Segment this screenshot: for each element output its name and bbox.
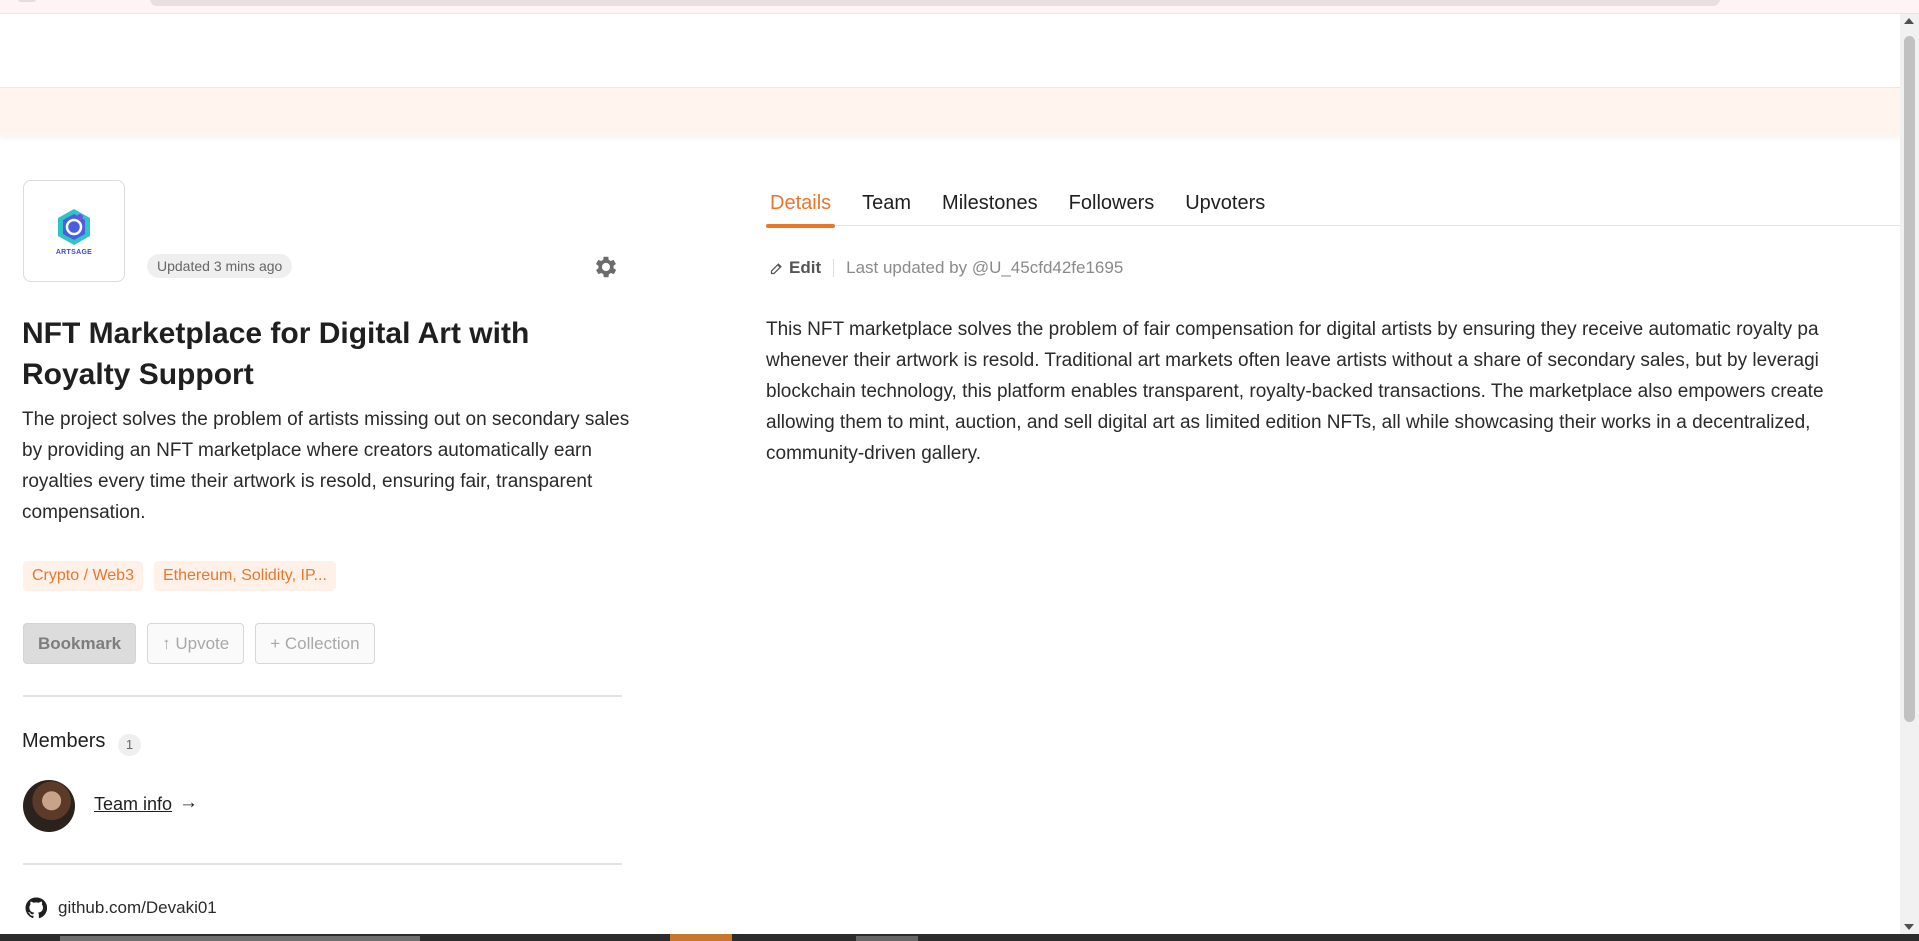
tag-list: Crypto / Web3 Ethereum, Solidity, IP... bbox=[23, 561, 336, 591]
team-info-link[interactable]: Team info bbox=[94, 794, 172, 815]
add-collection-button[interactable]: + Collection bbox=[255, 623, 375, 664]
last-updated-text: Last updated by @U_45cfd42fe1695 bbox=[846, 258, 1124, 277]
tab-milestones[interactable]: Milestones bbox=[938, 190, 1042, 226]
page: ARTSAGE Updated 3 mins ago NFT Marketpla… bbox=[0, 0, 1919, 941]
gear-icon bbox=[595, 256, 617, 278]
tab-details[interactable]: Details bbox=[766, 190, 836, 228]
artsage-logo-icon bbox=[58, 208, 90, 245]
updated-badge: Updated 3 mins ago bbox=[147, 254, 293, 278]
vertical-scrollbar[interactable] bbox=[1900, 14, 1919, 934]
taskbar-strip bbox=[0, 934, 1919, 941]
scrollbar-thumb[interactable] bbox=[1904, 36, 1915, 722]
settings-button[interactable] bbox=[592, 253, 620, 281]
taskbar-item[interactable] bbox=[60, 936, 420, 941]
bookmark-button[interactable]: Bookmark bbox=[23, 623, 137, 664]
edit-row: Edit Last updated by @U_45cfd42fe1695 bbox=[769, 258, 1123, 278]
members-count-badge: 1 bbox=[118, 734, 141, 756]
address-bar[interactable] bbox=[150, 0, 1720, 6]
browser-top-strip bbox=[0, 0, 1919, 14]
github-link[interactable]: github.com/Devaki01 bbox=[58, 898, 217, 918]
arrow-right-icon: → bbox=[179, 792, 198, 813]
details-line: This NFT marketplace solves the problem … bbox=[766, 319, 1819, 340]
scroll-down-arrow-icon[interactable] bbox=[1904, 924, 1914, 930]
tag-tech-stack[interactable]: Ethereum, Solidity, IP... bbox=[153, 561, 336, 591]
details-line: community-driven gallery. bbox=[766, 443, 982, 464]
tag-category[interactable]: Crypto / Web3 bbox=[23, 561, 143, 591]
scroll-up-arrow-icon[interactable] bbox=[1904, 18, 1914, 24]
logo-wordmark: ARTSAGE bbox=[55, 248, 93, 256]
site-header bbox=[0, 14, 1900, 88]
action-buttons: Bookmark ↑ Upvote + Collection bbox=[23, 623, 375, 664]
tab-team[interactable]: Team bbox=[858, 190, 915, 226]
upvote-button[interactable]: ↑ Upvote bbox=[147, 623, 245, 664]
separator bbox=[833, 259, 835, 277]
tab-upvoters[interactable]: Upvoters bbox=[1181, 190, 1269, 226]
details-description: This NFT marketplace solves the problem … bbox=[766, 314, 1900, 469]
details-line: whenever their artwork is resold. Tradit… bbox=[766, 350, 1819, 371]
browser-tab-stub bbox=[18, 0, 36, 2]
pencil-icon bbox=[770, 262, 782, 274]
notice-banner bbox=[0, 88, 1900, 136]
tab-bar: Details Team Milestones Followers Upvote… bbox=[766, 190, 1900, 228]
tab-followers[interactable]: Followers bbox=[1065, 190, 1159, 226]
github-icon bbox=[25, 897, 47, 919]
edit-button[interactable]: Edit bbox=[769, 258, 821, 278]
divider bbox=[23, 863, 622, 865]
taskbar-item-active[interactable] bbox=[670, 934, 732, 941]
taskbar-item[interactable] bbox=[856, 936, 918, 941]
project-title: NFT Marketplace for Digital Art with Roy… bbox=[22, 317, 530, 391]
project-logo: ARTSAGE bbox=[23, 180, 125, 282]
details-line: blockchain technology, this platform ena… bbox=[766, 381, 1824, 402]
divider bbox=[23, 695, 622, 697]
details-line: allowing them to mint, auction, and sell… bbox=[766, 412, 1811, 433]
project-summary: The project solves the problem of artist… bbox=[22, 409, 630, 523]
member-avatar[interactable] bbox=[23, 780, 75, 832]
members-heading: Members bbox=[22, 730, 106, 752]
edit-label: Edit bbox=[789, 258, 822, 277]
